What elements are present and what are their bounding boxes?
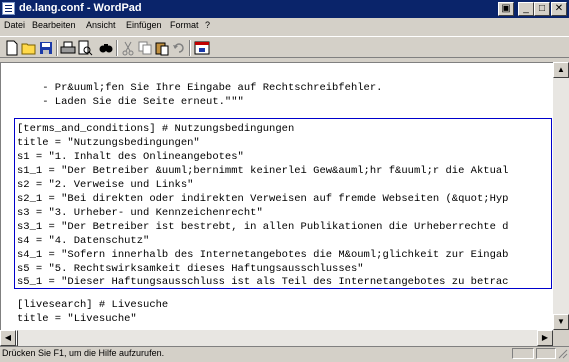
toolbar-separator [56,40,58,56]
window-title: de.lang.conf - WordPad [19,2,142,14]
status-panel [536,348,556,359]
status-panel [512,348,534,359]
scroll-right-icon[interactable]: ▶ [537,330,553,346]
scroll-left-icon[interactable]: ◀ [0,330,16,346]
scroll-thumb[interactable] [16,330,18,346]
editor-line[interactable]: - Pr&uuml;fen Sie Ihre Eingabe auf Recht… [17,82,382,94]
open-folder-icon[interactable] [21,40,37,56]
menu-help[interactable]: ? [205,20,210,30]
maximize-button[interactable]: □ [534,2,550,16]
vertical-scrollbar[interactable]: ▲ ▼ [553,62,569,330]
find-icon[interactable] [98,40,114,56]
print-preview-icon[interactable] [77,40,93,56]
status-bar: Drücken Sie F1, um die Hilfe aufzurufen. [0,346,569,360]
editor-line[interactable]: [livesearch] # Livesuche [17,299,168,311]
wordpad-document-icon[interactable] [2,2,15,15]
title-bar[interactable]: de.lang.conf - WordPad ▣ _ □ ✕ [0,0,569,18]
save-icon[interactable] [38,40,54,56]
print-icon[interactable] [60,40,76,56]
menu-einfuegen[interactable]: Einfügen [126,20,162,30]
highlight-box [14,118,552,289]
editor-line[interactable]: title = "Livesuche" [17,313,137,325]
scroll-down-icon[interactable]: ▼ [553,314,569,330]
undo-icon[interactable] [171,40,187,56]
minimize-button[interactable]: _ [518,2,534,16]
restore-icon[interactable]: ▣ [498,2,514,16]
horizontal-scrollbar[interactable]: ◀ ▶ [0,330,553,346]
menu-ansicht[interactable]: Ansicht [86,20,116,30]
new-document-icon[interactable] [4,40,20,56]
menu-format[interactable]: Format [170,20,199,30]
status-text: Drücken Sie F1, um die Hilfe aufzurufen. [2,348,165,358]
paste-icon[interactable] [154,40,170,56]
menu-bearbeiten[interactable]: Bearbeiten [32,20,76,30]
toolbar [0,36,569,58]
resize-grip-icon[interactable] [557,348,568,359]
document-editor[interactable]: - Pr&uuml;fen Sie Ihre Eingabe auf Recht… [0,62,553,330]
insert-date-icon[interactable] [194,40,210,56]
close-button[interactable]: ✕ [551,2,567,16]
scroll-up-icon[interactable]: ▲ [553,62,569,78]
copy-icon[interactable] [137,40,153,56]
menu-bar: Datei Bearbeiten Ansicht Einfügen Format… [0,18,569,35]
toolbar-separator [189,40,191,56]
editor-line[interactable]: - Laden Sie die Seite erneut.""" [17,96,244,108]
toolbar-separator [116,40,118,56]
cut-icon[interactable] [120,40,136,56]
menu-datei[interactable]: Datei [4,20,25,30]
size-grip-corner [553,330,569,346]
